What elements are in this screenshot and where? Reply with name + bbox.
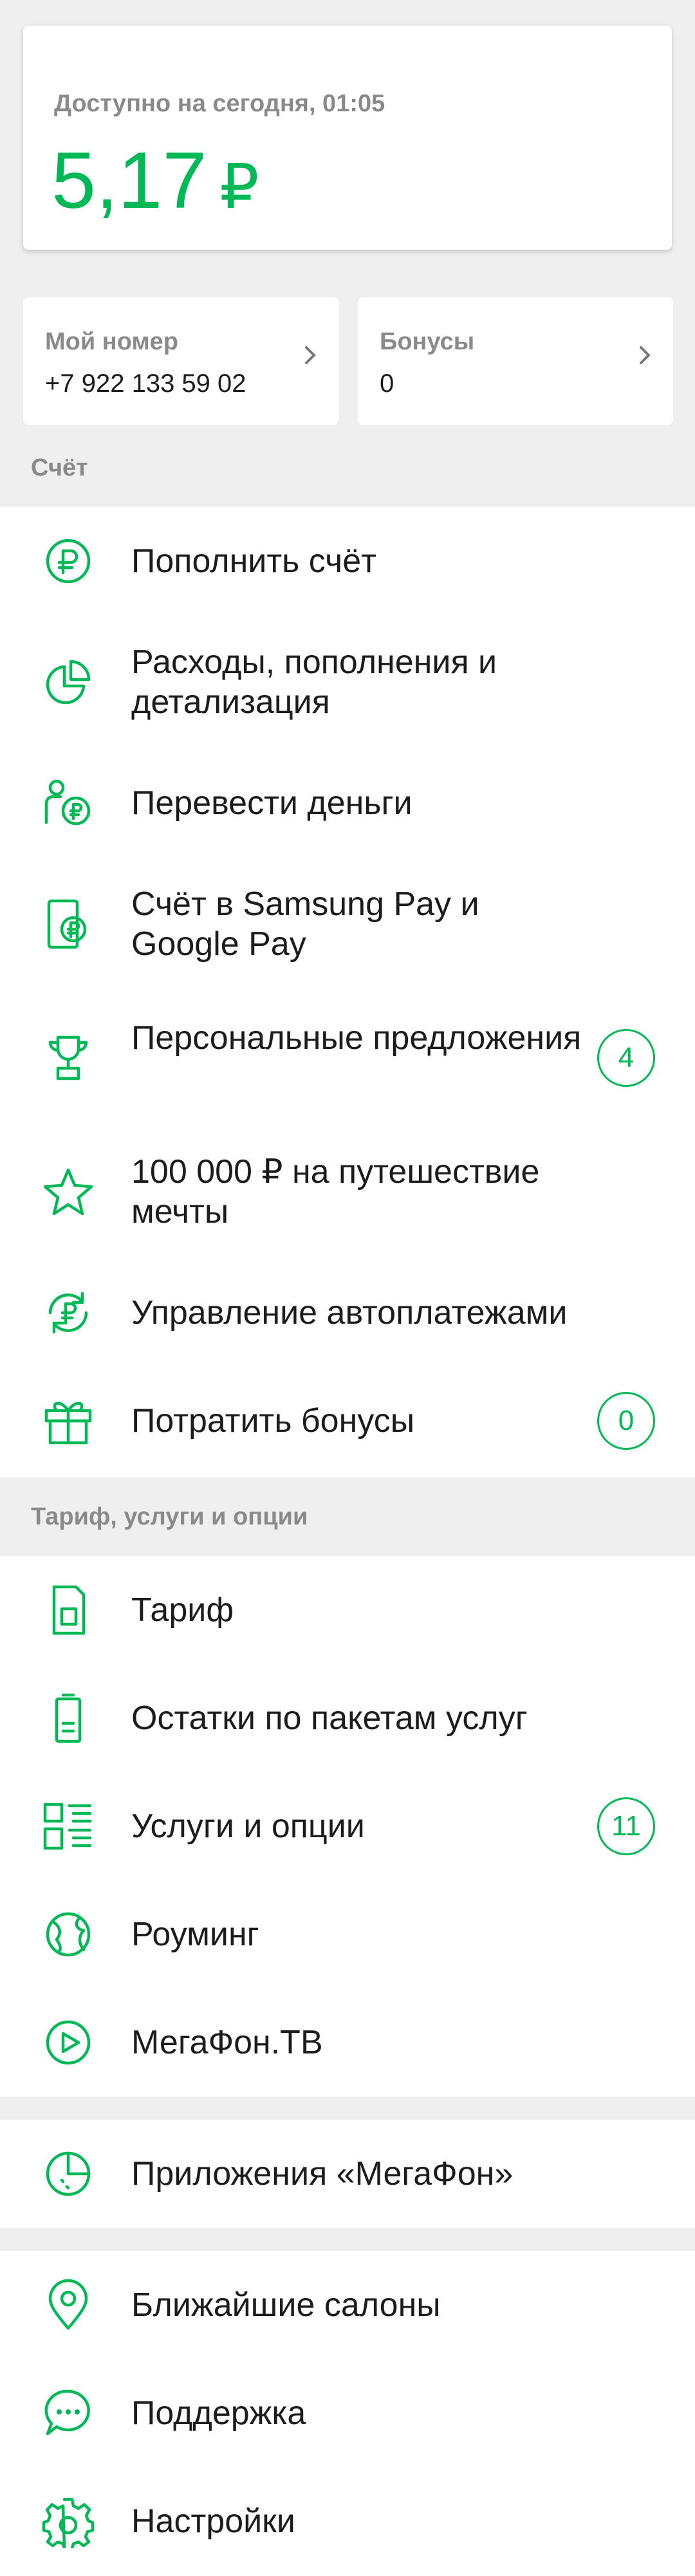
menu-item-nearest-salons[interactable]: Ближайшие салоны xyxy=(0,2251,695,2359)
count-badge: 4 xyxy=(597,1029,655,1087)
currency-sign: ₽ xyxy=(219,153,259,221)
menu-item-services[interactable]: Услуги и опции 11 xyxy=(0,1772,695,1880)
bonuses-label: Бонусы xyxy=(380,328,475,355)
menu-item-support[interactable]: Поддержка xyxy=(0,2359,695,2467)
transfer-money-icon xyxy=(41,776,95,830)
menu-item-label: Услуги и опции xyxy=(131,1808,365,1845)
chevron-right-icon xyxy=(640,346,651,364)
menu-item-label: Поддержка xyxy=(131,2395,306,2432)
menu-item-balances[interactable]: Остатки по пакетам услуг xyxy=(0,1664,695,1772)
menu-item-label: Тариф xyxy=(131,1591,234,1629)
sim-card-icon xyxy=(41,1583,95,1637)
menu-item-apps[interactable]: Приложения «МегаФон» xyxy=(0,2120,695,2228)
services-list-icon xyxy=(41,1799,95,1853)
account-menu: Пополнить счёт Расходы, пополнения и дет… xyxy=(0,507,695,1478)
play-icon xyxy=(41,2015,95,2070)
bonuses-value: 0 xyxy=(380,369,394,398)
balance-card[interactable]: Доступно на сегодня, 01:05 5,17 ₽ xyxy=(23,26,672,250)
gift-icon xyxy=(41,1394,95,1448)
menu-item-dream-trip[interactable]: 100 000 ₽ на путешествие мечты xyxy=(0,1125,695,1259)
section-header-tariff: Тариф, услуги и опции xyxy=(31,1503,308,1530)
misc-menu: Ближайшие салоны Поддержка Настройки xyxy=(0,2251,695,2576)
menu-item-label: Счёт в Samsung Pay и Google Pay xyxy=(131,885,479,963)
menu-item-label: Пополнить счёт xyxy=(131,542,376,580)
menu-item-transfer[interactable]: Перевести деньги xyxy=(0,749,695,857)
menu-item-label: Приложения «МегаФон» xyxy=(131,2155,514,2192)
menu-item-personal-offers[interactable]: Персональные предложения 4 xyxy=(0,991,695,1125)
menu-item-roaming[interactable]: Роуминг xyxy=(0,1880,695,1988)
menu-item-label: Настройки xyxy=(131,2503,295,2540)
my-number-label: Мой номер xyxy=(45,328,178,355)
balance-amount-value: 5,17 xyxy=(51,136,207,225)
menu-item-label: Расходы, пополнения и детализация xyxy=(131,644,497,721)
bonuses-tile[interactable]: Бонусы 0 xyxy=(358,297,673,425)
battery-icon xyxy=(41,1691,95,1745)
menu-item-samsung-google-pay[interactable]: Счёт в Samsung Pay и Google Pay xyxy=(0,857,695,991)
ruble-circle-icon xyxy=(41,534,95,588)
autopay-icon xyxy=(41,1286,95,1340)
gear-icon xyxy=(41,2494,95,2550)
menu-item-label: МегаФон.ТВ xyxy=(131,2024,323,2061)
menu-item-label: Остатки по пакетам услуг xyxy=(131,1700,528,1737)
tariff-menu: Тариф Остатки по пакетам услуг Услуги и … xyxy=(0,1556,695,2097)
menu-item-label: Перевести деньги xyxy=(131,784,412,822)
menu-item-settings[interactable]: Настройки xyxy=(0,2467,695,2575)
menu-item-megafon-tv[interactable]: МегаФон.ТВ xyxy=(0,1988,695,2097)
menu-item-expenses[interactable]: Расходы, пополнения и детализация xyxy=(0,615,695,749)
apps-icon xyxy=(41,2147,95,2201)
menu-item-autopay[interactable]: Управление автоплатежами xyxy=(0,1259,695,1367)
location-pin-icon xyxy=(41,2278,95,2332)
menu-item-top-up[interactable]: Пополнить счёт xyxy=(0,507,695,615)
phone-pay-icon xyxy=(41,897,95,951)
my-number-tile[interactable]: Мой номер +7 922 133 59 02 xyxy=(23,297,338,425)
menu-item-tariff[interactable]: Тариф xyxy=(0,1556,695,1664)
menu-item-label: Роуминг xyxy=(131,1916,259,1953)
my-number-value: +7 922 133 59 02 xyxy=(45,369,246,398)
chevron-right-icon xyxy=(305,346,316,364)
section-header-account: Счёт xyxy=(31,454,88,481)
pie-chart-icon xyxy=(41,655,95,709)
count-badge: 11 xyxy=(597,1797,655,1855)
menu-item-label: 100 000 ₽ на путешествие мечты xyxy=(131,1153,540,1230)
menu-item-label: Персональные предложения xyxy=(131,1019,582,1057)
balance-amount: 5,17 ₽ xyxy=(51,135,259,227)
count-badge: 0 xyxy=(597,1392,655,1450)
apps-menu: Приложения «МегаФон» xyxy=(0,2120,695,2228)
trophy-icon xyxy=(41,1031,95,1085)
menu-item-spend-bonuses[interactable]: Потратить бонусы 0 xyxy=(0,1367,695,1475)
menu-item-label: Потратить бонусы xyxy=(131,1402,415,1440)
chat-bubble-icon xyxy=(41,2386,95,2440)
menu-item-label: Управление автоплатежами xyxy=(131,1294,568,1331)
star-icon xyxy=(41,1165,95,1219)
globe-icon xyxy=(41,1907,95,1961)
menu-item-label: Ближайшие салоны xyxy=(131,2286,441,2324)
balance-label: Доступно на сегодня, 01:05 xyxy=(54,90,385,117)
